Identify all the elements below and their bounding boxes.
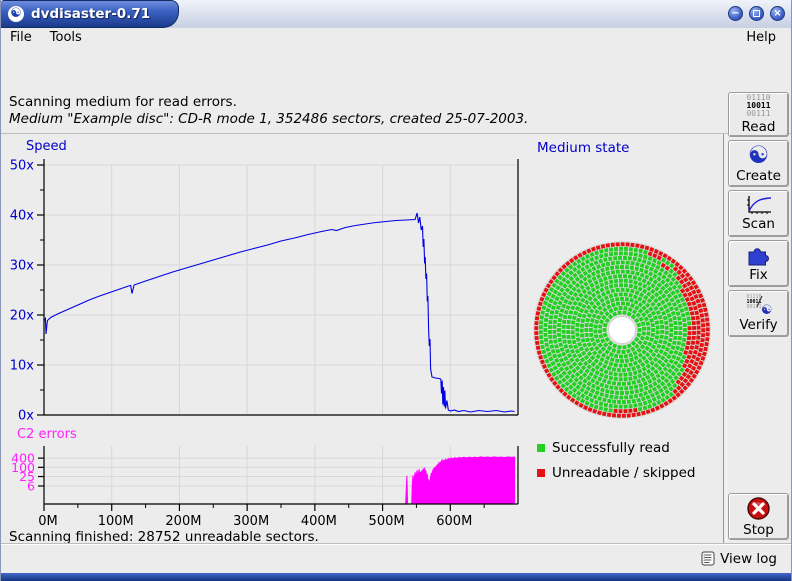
content-area: 0x10x20x30x40x50xSpeed400100256C2 errors… <box>1 134 791 543</box>
verify-label: Verify <box>739 317 777 333</box>
speed-ytick: 10x <box>10 359 35 374</box>
verify-icon: 01110 10011 00111 ☯ / <box>745 295 773 316</box>
create-label: Create <box>736 168 781 184</box>
sidebar-button-verify[interactable]: 01110 10011 00111 ☯ / Verify <box>728 290 789 337</box>
maximize-button[interactable] <box>749 6 764 21</box>
x-axis-tick: 600M <box>436 514 472 529</box>
legend-good-label: Successfully read <box>552 440 670 456</box>
x-axis-tick: 100M <box>98 514 134 529</box>
sidebar-button-fix[interactable]: Fix <box>728 240 789 287</box>
menubar: File Tools Help <box>1 28 791 47</box>
fix-puzzle-icon <box>746 244 772 266</box>
menu-help[interactable]: Help <box>737 29 785 46</box>
read-binary-icon: 01110 10011 00111 <box>746 94 770 118</box>
menu-file[interactable]: File <box>1 29 41 46</box>
speed-ytick: 50x <box>10 159 35 174</box>
x-axis-tick: 300M <box>233 514 269 529</box>
x-axis-tick: 400M <box>301 514 337 529</box>
toolbar: Optical drive 52X FW 1.02 ▼ 011 10011 00… <box>1 47 791 90</box>
sidebar-button-read[interactable]: 01110 10011 00111 Read <box>728 92 789 137</box>
speed-ytick: 40x <box>10 209 35 224</box>
scan-chart-icon <box>746 195 772 215</box>
footer: View log <box>1 543 791 574</box>
view-log-label: View log <box>720 551 777 567</box>
speed-ytick: 30x <box>10 259 35 274</box>
scan-label: Scan <box>742 216 775 232</box>
speed-ytick: 20x <box>10 309 35 324</box>
log-icon <box>701 551 715 566</box>
window-bottom-frame <box>1 573 791 581</box>
sidebar-separator <box>723 134 727 543</box>
stop-button[interactable]: Stop <box>728 493 789 540</box>
medium-state-disc <box>532 240 712 420</box>
legend-bad: Unreadable / skipped <box>537 465 695 481</box>
speed-chart-title: Speed <box>26 139 67 154</box>
legend-good: Successfully read <box>537 440 670 456</box>
close-button[interactable]: × <box>770 6 785 21</box>
status-area: Scanning medium for read errors. Medium … <box>1 90 791 134</box>
sidebar-button-scan[interactable]: Scan <box>728 190 789 237</box>
status-line1: Scanning medium for read errors. <box>9 94 237 110</box>
verify-yinyang-icon: ☯ <box>761 303 773 318</box>
bad-color-swatch <box>537 469 545 477</box>
good-color-swatch <box>537 444 545 452</box>
fix-label: Fix <box>749 267 768 283</box>
x-axis-tick: 0M <box>38 514 58 529</box>
menu-tools[interactable]: Tools <box>41 29 91 46</box>
speed-ytick: 0x <box>18 409 34 424</box>
read-label: Read <box>742 119 776 135</box>
app-yinyang-icon: ☯ <box>8 6 24 22</box>
minimize-button[interactable]: − <box>728 6 743 21</box>
c2-ytick: 6 <box>27 479 35 494</box>
c2-chart-title: C2 errors <box>17 427 77 442</box>
stop-icon <box>746 496 771 521</box>
sidebar-button-create[interactable]: ☯ Create <box>728 140 789 187</box>
create-yinyang-icon: ☯ <box>748 143 770 167</box>
titlebar[interactable]: ☯ dvdisaster-0.71 − × <box>1 0 791 29</box>
maximize-icon <box>753 10 760 17</box>
stop-label: Stop <box>743 522 774 538</box>
view-log-button[interactable]: View log <box>697 547 781 570</box>
x-axis-tick: 200M <box>165 514 201 529</box>
x-axis-tick: 500M <box>369 514 405 529</box>
speed-c2-charts: 0x10x20x30x40x50xSpeed400100256C2 errors… <box>9 138 531 530</box>
legend-bad-label: Unreadable / skipped <box>552 465 695 481</box>
medium-state-label: Medium state <box>537 140 629 156</box>
app-window: ☯ dvdisaster-0.71 − × File Tools Help Op… <box>0 0 792 581</box>
window-title: dvdisaster-0.71 <box>31 6 150 22</box>
status-line2: Medium "Example disc": CD-R mode 1, 3524… <box>9 111 528 127</box>
title-tab: ☯ dvdisaster-0.71 <box>1 0 179 28</box>
